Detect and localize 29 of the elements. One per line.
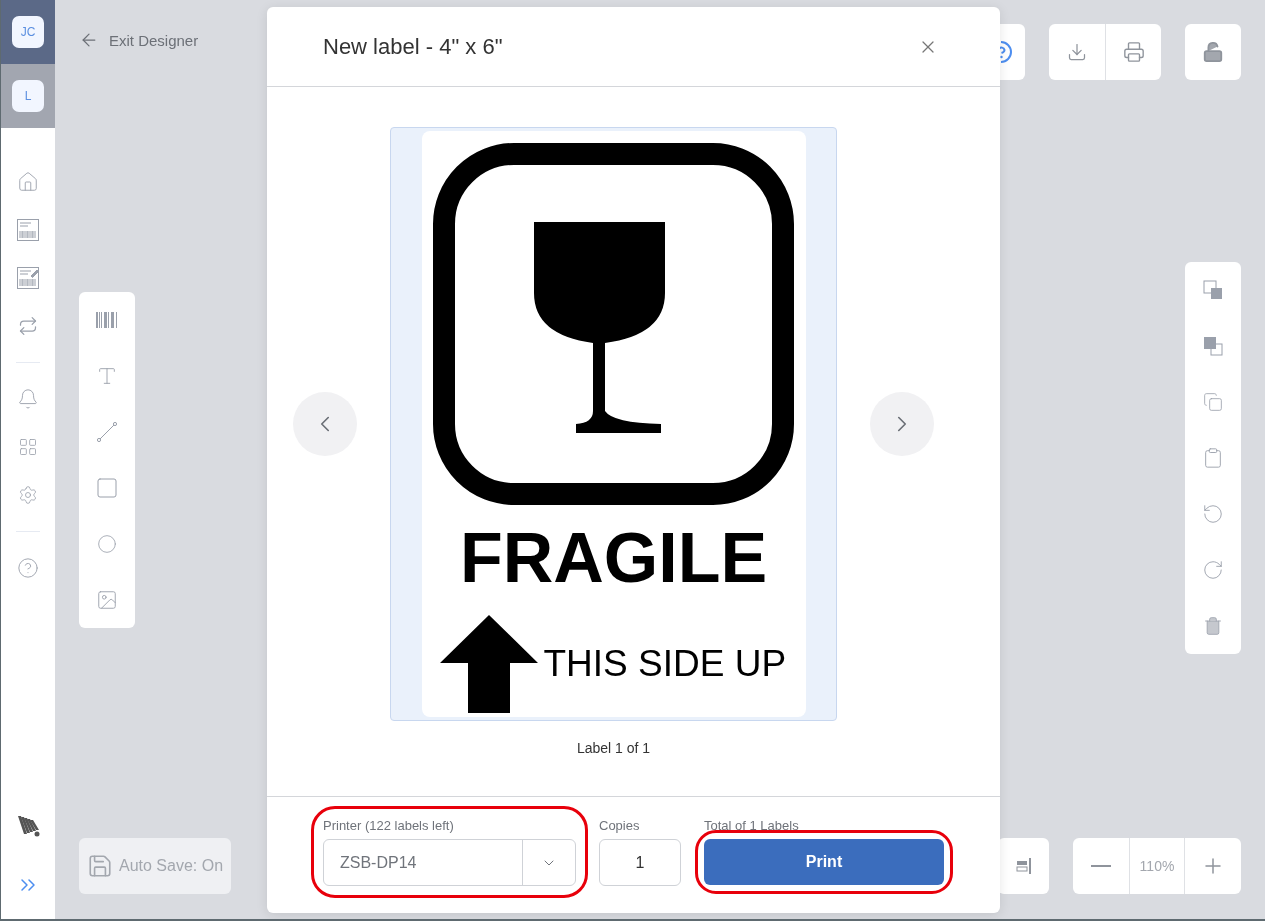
save-icon <box>87 853 113 879</box>
field-label: Copies <box>599 818 641 833</box>
avatar-tab[interactable]: JC <box>1 0 55 64</box>
field-label: Printer (122 labels left) <box>323 818 455 833</box>
edit-label-icon[interactable] <box>16 266 40 290</box>
print-button[interactable]: Print <box>704 839 944 885</box>
printer-icon <box>1122 41 1145 63</box>
unlock-icon <box>1202 41 1224 63</box>
align-right-icon <box>1013 856 1034 876</box>
page-indicator: Label 1 of 1 <box>575 740 652 756</box>
autosave-button[interactable]: Auto Save: On <box>79 838 232 894</box>
label-icon[interactable] <box>16 218 40 242</box>
avatar: JC <box>12 16 44 48</box>
help-icon <box>999 41 1013 63</box>
avatar-tab[interactable]: L <box>1 64 55 128</box>
bell-icon[interactable] <box>16 387 40 411</box>
printer-select[interactable]: ZSB-DP14 <box>323 839 576 886</box>
download-icon <box>1067 42 1087 62</box>
zoom-level: 110% <box>1129 838 1185 894</box>
home-icon[interactable] <box>16 170 40 194</box>
copies-field[interactable]: 1 <box>599 839 681 886</box>
exit-designer-link[interactable]: Exit Designer <box>79 30 199 50</box>
label-text: THIS SIDE UP <box>543 643 787 685</box>
field-label: Total of 1 Labels <box>704 818 800 833</box>
help-icon[interactable] <box>16 556 40 580</box>
minus-icon <box>1091 865 1111 867</box>
avatar: L <box>12 80 44 112</box>
label-headline: FRAGILE <box>459 523 768 593</box>
dialog-title: New label - 4" x 6" <box>323 33 503 60</box>
